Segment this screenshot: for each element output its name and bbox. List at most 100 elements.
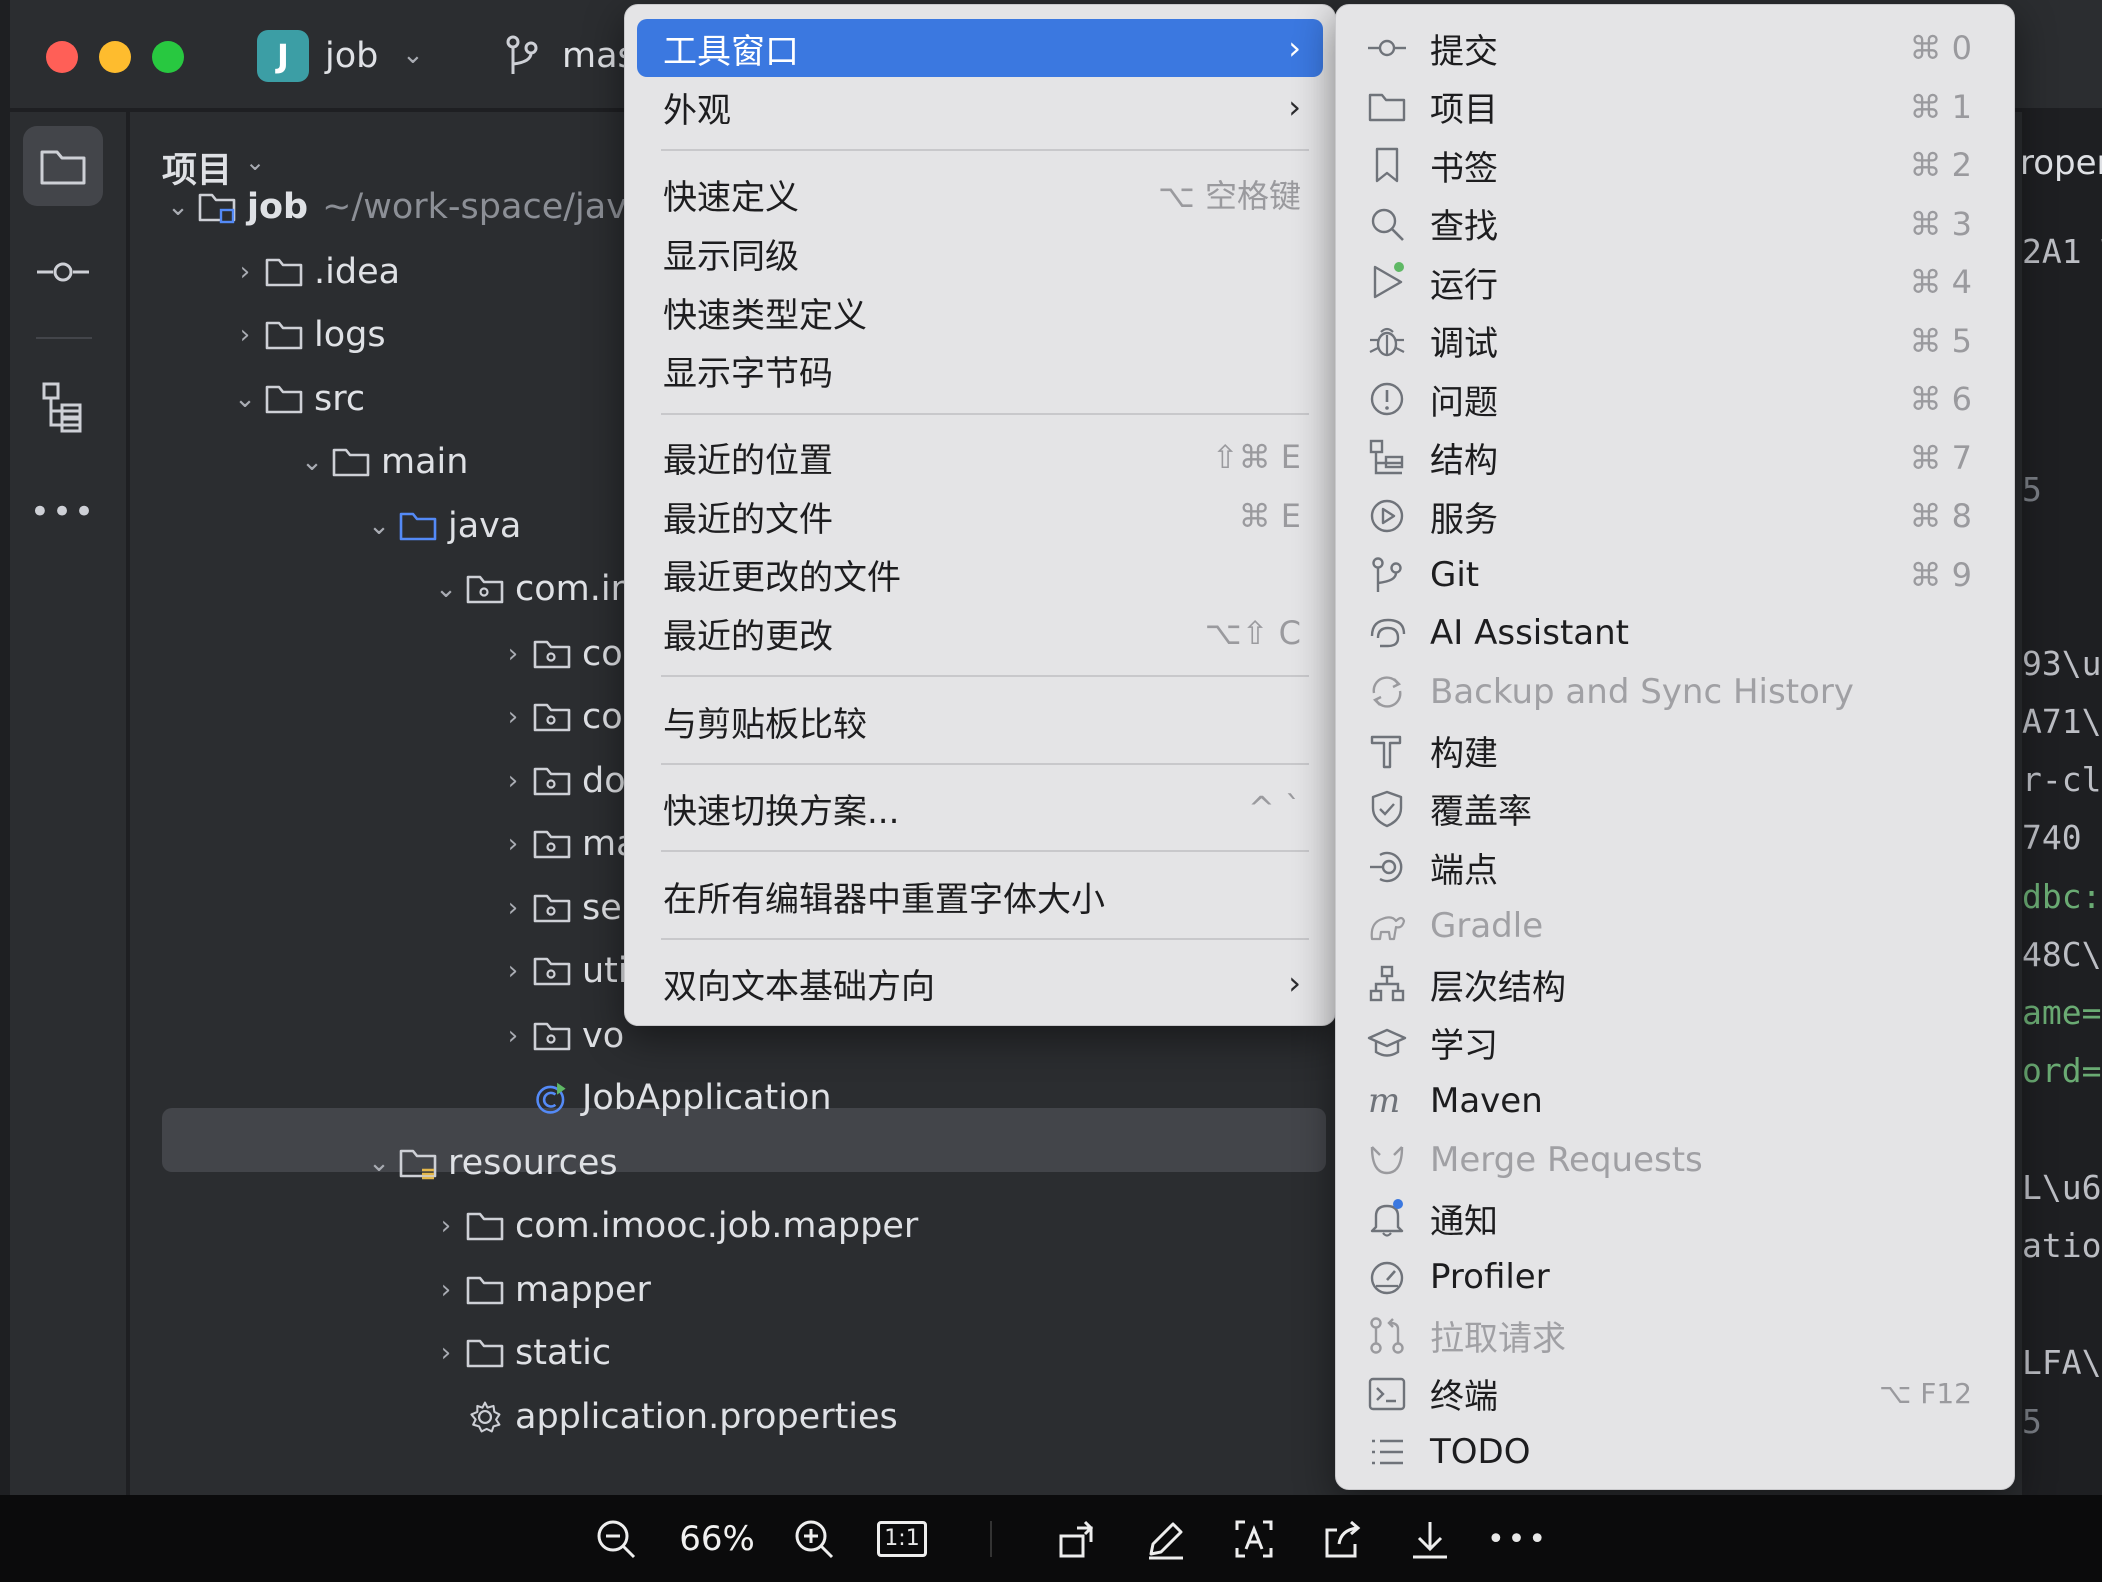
- tree-item[interactable]: › mapper: [427, 1261, 651, 1319]
- tool-window-item[interactable]: TODO: [1348, 1423, 2002, 1481]
- tool-window-item-icon: [1366, 846, 1408, 888]
- menu-item[interactable]: 最近的更改 ⌥⇧ C: [637, 604, 1323, 662]
- chevron-right-icon[interactable]: ›: [494, 766, 532, 796]
- menu-item[interactable]: 外观 ›: [637, 78, 1323, 136]
- tool-window-item[interactable]: 书签 ⌘ 2: [1348, 136, 2002, 194]
- zoom-in-button[interactable]: [790, 1515, 838, 1563]
- tree-item[interactable]: › logs: [226, 306, 386, 364]
- tool-window-item[interactable]: 结构 ⌘ 7: [1348, 429, 2002, 487]
- live-text-button[interactable]: [1230, 1515, 1278, 1563]
- tool-window-item[interactable]: 提交 ⌘ 0: [1348, 19, 2002, 77]
- chevron-down-icon[interactable]: ⌄: [159, 192, 197, 222]
- maximize-window-button[interactable]: [152, 41, 184, 73]
- menu-item[interactable]: 最近的位置 ⇧⌘ E: [637, 428, 1323, 486]
- tool-window-item[interactable]: 问题 ⌘ 6: [1348, 370, 2002, 428]
- tree-item-label: src: [314, 379, 366, 419]
- menu-item-label: 最近的更改: [663, 616, 833, 657]
- tool-window-item[interactable]: Git ⌘ 9: [1348, 546, 2002, 604]
- tool-window-item[interactable]: 服务 ⌘ 8: [1348, 487, 2002, 545]
- project-tool-button[interactable]: [23, 126, 103, 206]
- chevron-down-icon[interactable]: ⌄: [245, 148, 265, 176]
- tree-item[interactable]: ⌄ src: [226, 370, 365, 428]
- chevron-right-icon[interactable]: ›: [427, 1338, 465, 1368]
- chevron-down-icon[interactable]: ⌄: [360, 511, 398, 541]
- chevron-down-icon[interactable]: ⌄: [427, 574, 465, 604]
- menu-item[interactable]: 快速类型定义: [637, 283, 1323, 341]
- tree-item[interactable]: › com.imooc.job.mapper: [427, 1197, 918, 1255]
- tool-window-item[interactable]: 构建: [1348, 721, 2002, 779]
- menu-item[interactable]: 工具窗口 ›: [637, 19, 1323, 77]
- chevron-right-icon[interactable]: ›: [494, 1021, 532, 1051]
- menu-item[interactable]: 最近的文件 ⌘ E: [637, 487, 1323, 545]
- rotate-button[interactable]: [1054, 1515, 1102, 1563]
- zoom-out-button[interactable]: [592, 1515, 640, 1563]
- chevron-down-icon[interactable]: ⌄: [402, 40, 424, 70]
- tool-window-item[interactable]: 端点: [1348, 838, 2002, 896]
- minimize-window-button[interactable]: [99, 41, 131, 73]
- chevron-right-icon[interactable]: ›: [494, 829, 532, 859]
- project-switcher-label[interactable]: job: [325, 36, 378, 76]
- editor-tab[interactable]: roper: [2020, 143, 2102, 183]
- tool-window-item[interactable]: AI Assistant: [1348, 604, 2002, 662]
- share-button[interactable]: [1318, 1515, 1366, 1563]
- chevron-right-icon[interactable]: ›: [494, 956, 532, 986]
- chevron-down-icon[interactable]: ⌄: [226, 384, 264, 414]
- tool-window-item[interactable]: 通知: [1348, 1189, 2002, 1247]
- download-button[interactable]: [1406, 1515, 1454, 1563]
- chevron-right-icon[interactable]: ›: [427, 1275, 465, 1305]
- project-badge[interactable]: J: [257, 30, 309, 82]
- tool-window-item[interactable]: 调试 ⌘ 5: [1348, 312, 2002, 370]
- divider: [990, 1521, 992, 1557]
- tool-window-item[interactable]: 终端 ⌥ F12: [1348, 1365, 2002, 1423]
- menu-item[interactable]: 双向文本基础方向 ›: [637, 954, 1323, 1012]
- chevron-down-icon[interactable]: ⌄: [293, 447, 331, 477]
- folder-icon: [466, 1212, 504, 1241]
- tool-window-item-icon: [1366, 963, 1408, 1005]
- menu-item-label: 工具窗口: [663, 31, 799, 72]
- menu-item[interactable]: 显示同级: [637, 224, 1323, 282]
- chevron-right-icon[interactable]: ›: [494, 893, 532, 923]
- chevron-right-icon[interactable]: ›: [427, 1211, 465, 1241]
- tool-window-item-label: 问题: [1430, 382, 1498, 423]
- menu-item[interactable]: 与剪贴板比较: [637, 692, 1323, 750]
- markup-button[interactable]: [1142, 1515, 1190, 1563]
- chevron-right-icon[interactable]: ›: [494, 702, 532, 732]
- chevron-down-icon[interactable]: ⌄: [360, 1148, 398, 1178]
- tool-window-item[interactable]: Profiler: [1348, 1248, 2002, 1306]
- menu-item[interactable]: 快速定义 ⌥ 空格键: [637, 165, 1323, 223]
- tree-item[interactable]: ⌄ java: [360, 497, 521, 555]
- tool-window-item[interactable]: 覆盖率: [1348, 780, 2002, 838]
- tree-item[interactable]: › .idea: [226, 243, 400, 301]
- tree-item[interactable]: application.properties: [427, 1388, 898, 1446]
- tree-item[interactable]: ⌄ resources: [360, 1134, 618, 1192]
- commit-tool-button[interactable]: [23, 232, 103, 312]
- menu-separator: [661, 675, 1309, 677]
- chevron-right-icon[interactable]: ›: [494, 639, 532, 669]
- more-tools-button[interactable]: •••: [23, 472, 103, 552]
- menu-item[interactable]: 在所有编辑器中重置字体大小: [637, 867, 1323, 925]
- tree-item-selected[interactable]: JobApplication: [494, 1069, 832, 1127]
- tree-item[interactable]: ⌄ main: [293, 433, 468, 491]
- tree-item[interactable]: › vo: [494, 1007, 624, 1065]
- menu-item[interactable]: 快速切换方案... ^ `: [637, 779, 1323, 837]
- tool-window-item[interactable]: 运行 ⌘ 4: [1348, 253, 2002, 311]
- menu-item-label: 与剪贴板比较: [663, 704, 867, 745]
- actual-size-button[interactable]: 1:1: [877, 1515, 927, 1563]
- tool-window-item[interactable]: 查找 ⌘ 3: [1348, 195, 2002, 253]
- chevron-right-icon[interactable]: ›: [226, 257, 264, 287]
- structure-tool-button[interactable]: [23, 367, 103, 447]
- tree-item[interactable]: › static: [427, 1324, 611, 1382]
- tree-item[interactable]: ⌄ job ~/work-space/java: [159, 178, 648, 236]
- tool-window-item[interactable]: m Maven: [1348, 1072, 2002, 1130]
- tool-window-item[interactable]: 项目 ⌘ 1: [1348, 78, 2002, 136]
- git-branch-icon[interactable]: [505, 34, 539, 76]
- more-options-button[interactable]: •••: [1487, 1515, 1546, 1563]
- chevron-right-icon[interactable]: ›: [226, 320, 264, 350]
- tool-window-item[interactable]: 层次结构: [1348, 955, 2002, 1013]
- tool-window-item-label: 结构: [1430, 441, 1498, 481]
- tool-window-item[interactable]: 学习: [1348, 1014, 2002, 1072]
- close-window-button[interactable]: [46, 41, 78, 73]
- tool-window-item-shortcut: ⌘ 4: [1909, 263, 1972, 301]
- menu-item[interactable]: 显示字节码: [637, 341, 1323, 399]
- menu-item[interactable]: 最近更改的文件: [637, 545, 1323, 603]
